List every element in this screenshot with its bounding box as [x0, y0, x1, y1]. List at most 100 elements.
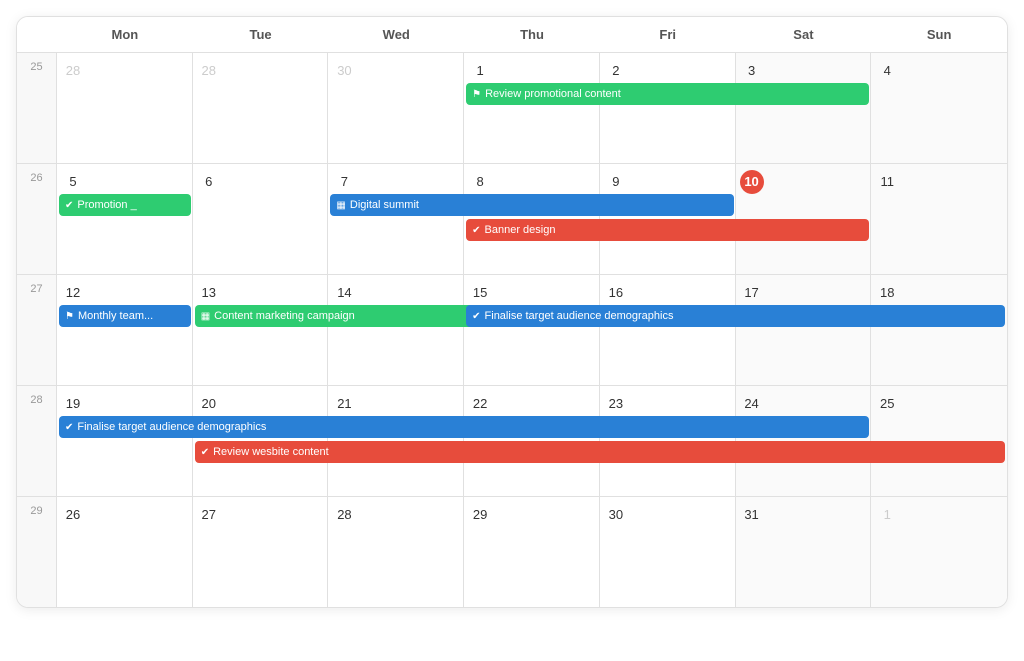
day-header-mon: Mon — [57, 17, 193, 52]
event-banner-design-w1[interactable]: ✔ Banner design — [466, 219, 869, 241]
day-num-w0-d4: 2 — [604, 59, 628, 83]
day-cell-w0-d3[interactable]: 1 — [464, 53, 600, 163]
day-num-w0-d6: 4 — [875, 59, 899, 83]
day-cell-w4-d1[interactable]: 27 — [193, 497, 329, 607]
day-num-w1-d4: 9 — [604, 170, 628, 194]
day-cell-w4-d5[interactable]: 31 — [736, 497, 872, 607]
day-num-w4-d1: 27 — [197, 503, 221, 527]
day-num-w4-d3: 29 — [468, 503, 492, 527]
week-num-1: 26 — [17, 164, 57, 274]
day-cell-w2-d0[interactable]: 12 — [57, 275, 193, 385]
day-num-w2-d3: 15 — [468, 281, 492, 305]
event-label: Banner design — [485, 224, 556, 236]
event-label: Promotion _ — [77, 199, 136, 211]
day-num-w3-d3: 22 — [468, 392, 492, 416]
day-cell-w0-d2[interactable]: 30 — [328, 53, 464, 163]
event-label: Content marketing campaign — [214, 310, 355, 322]
event-icon: ⚑ — [472, 89, 481, 100]
day-cell-w1-d0[interactable]: 5 — [57, 164, 193, 274]
day-num-w2-d4: 16 — [604, 281, 628, 305]
event-icon: ✔ — [201, 447, 209, 458]
event-review-promotional-content-w0[interactable]: ⚑ Review promotional content — [466, 83, 869, 105]
event-label: Digital summit — [350, 199, 419, 211]
day-cell-w2-d1[interactable]: 13 — [193, 275, 329, 385]
day-header-thu: Thu — [464, 17, 600, 52]
event-label: Finalise target audience demographics — [77, 421, 266, 433]
event-label: Review promotional content — [485, 88, 621, 100]
events-placeholder-w0-d0 — [61, 87, 188, 109]
week-row-1: 26567891011✔Promotion _▦Digital summit✔B… — [17, 164, 1007, 275]
event-icon: ✔ — [472, 225, 480, 236]
day-cell-w1-d1[interactable]: 6 — [193, 164, 329, 274]
day-cell-w0-d1[interactable]: 28 — [193, 53, 329, 163]
day-num-w4-d0: 26 — [61, 503, 85, 527]
event-review-wesbite-content-w3[interactable]: ✔ Review wesbite content — [195, 441, 1005, 463]
event-label: Finalise target audience demographics — [485, 310, 674, 322]
day-num-w3-d6: 25 — [875, 392, 899, 416]
day-cell-w4-d3[interactable]: 29 — [464, 497, 600, 607]
week-num-4: 29 — [17, 497, 57, 607]
day-cell-w4-d4[interactable]: 30 — [600, 497, 736, 607]
day-num-w2-d0: 12 — [61, 281, 85, 305]
event-icon: ✔ — [65, 200, 73, 211]
day-num-w4-d4: 30 — [604, 503, 628, 527]
week-num-header — [17, 17, 57, 52]
day-header-fri: Fri — [600, 17, 736, 52]
event-promotion-_-w1[interactable]: ✔ Promotion _ — [59, 194, 191, 216]
day-num-w0-d1: 28 — [197, 59, 221, 83]
events-placeholder-w0-d6 — [875, 87, 1003, 109]
week-row-2: 2712 1314 15 16 17 18 ⚑Monthly team... ▦ Content… — [17, 275, 1007, 386]
day-cell-w0-d4[interactable]: 2 — [600, 53, 736, 163]
calendar: Mon Tue Wed Thu Fri Sat Sun 252828301234… — [16, 16, 1008, 608]
day-cell-w4-d2[interactable]: 28 — [328, 497, 464, 607]
day-header-wed: Wed — [328, 17, 464, 52]
day-cell-w3-d0[interactable]: 19 — [57, 386, 193, 496]
event-label: Review wesbite content — [213, 446, 329, 458]
calendar-header: Mon Tue Wed Thu Fri Sat Sun — [17, 17, 1007, 53]
day-num-w2-d5: 17 — [740, 281, 764, 305]
event-finalise-target-audience-demographics-w3[interactable]: ✔Finalise target audience demographics — [59, 416, 869, 438]
day-cell-w2-d4[interactable]: 16 — [600, 275, 736, 385]
day-cell-w0-d5[interactable]: 3 — [736, 53, 872, 163]
day-num-w0-d0: 28 — [61, 59, 85, 83]
day-num-w2-d6: 18 — [875, 281, 899, 305]
day-num-w4-d6: 1 — [875, 503, 899, 527]
day-num-w3-d1: 20 — [197, 392, 221, 416]
day-header-sat: Sat — [736, 17, 872, 52]
day-num-w2-d2: 14 — [332, 281, 356, 305]
week-num-2: 27 — [17, 275, 57, 385]
day-cell-w0-d6[interactable]: 4 — [871, 53, 1007, 163]
day-header-tue: Tue — [193, 17, 329, 52]
day-num-w3-d4: 23 — [604, 392, 628, 416]
week-num-0: 25 — [17, 53, 57, 163]
day-cell-w2-d5[interactable]: 17 — [736, 275, 872, 385]
day-num-w1-d2: 7 — [332, 170, 356, 194]
calendar-body: 252828301234⚑Review promotional content2… — [17, 53, 1007, 607]
day-num-w0-d3: 1 — [468, 59, 492, 83]
event-icon: ✔ — [472, 311, 480, 322]
day-cell-w1-d2[interactable]: 7 — [328, 164, 464, 274]
day-cell-w4-d0[interactable]: 26 — [57, 497, 193, 607]
event-monthly-team...-w2[interactable]: ⚑Monthly team... — [59, 305, 191, 327]
event-digital-summit-w1[interactable]: ▦Digital summit — [330, 194, 733, 216]
day-cell-w1-d6[interactable]: 11 — [871, 164, 1007, 274]
day-cell-w2-d6[interactable]: 18 — [871, 275, 1007, 385]
day-num-w3-d5: 24 — [740, 392, 764, 416]
events-placeholder-w1-d1 — [197, 198, 324, 245]
day-cell-w2-d3[interactable]: 15 — [464, 275, 600, 385]
day-num-w1-d6: 11 — [875, 170, 899, 194]
day-cell-w2-d2[interactable]: 14 — [328, 275, 464, 385]
day-cell-w4-d6[interactable]: 1 — [871, 497, 1007, 607]
event-icon: ▦ — [201, 311, 210, 322]
event-icon: ⚑ — [65, 311, 74, 322]
events-placeholder-w0-d1 — [197, 87, 324, 109]
day-num-w3-d0: 19 — [61, 392, 85, 416]
event-finalise-target-audience-demographics-w2[interactable]: ✔ Finalise target audience demographics — [466, 305, 1005, 327]
day-cell-w0-d0[interactable]: 28 — [57, 53, 193, 163]
day-num-w0-d5: 3 — [740, 59, 764, 83]
day-header-sun: Sun — [871, 17, 1007, 52]
day-num-w1-d1: 6 — [197, 170, 221, 194]
events-placeholder-w1-d6 — [875, 198, 1003, 245]
day-num-w4-d2: 28 — [332, 503, 356, 527]
day-num-w1-d0: 5 — [61, 170, 85, 194]
